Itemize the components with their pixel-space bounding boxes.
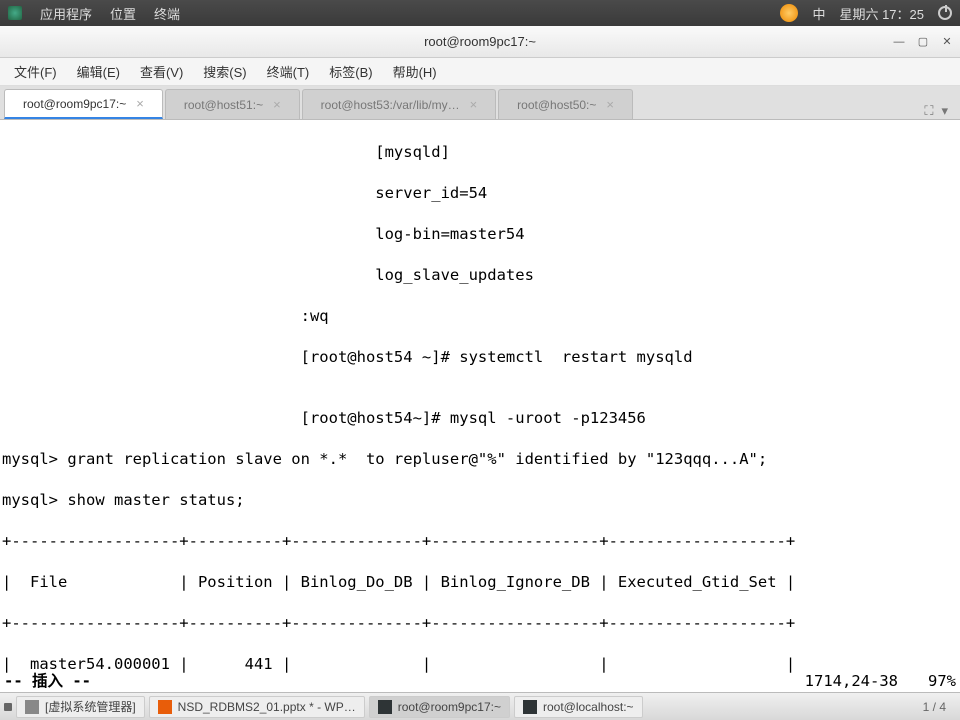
vim-mode: -- 插入 --	[4, 671, 91, 691]
terminal-output[interactable]: [mysqld] server_id=54 log-bin=master54 l…	[0, 120, 960, 692]
menu-edit[interactable]: 编辑(E)	[69, 59, 128, 84]
terminal-line: log-bin=master54	[2, 224, 960, 244]
terminal-icon	[523, 700, 537, 714]
maximize-button[interactable]: ▢	[916, 35, 930, 49]
terminal-line: server_id=54	[2, 183, 960, 203]
menu-view[interactable]: 查看(V)	[132, 59, 191, 84]
tab-label: root@host51:~	[184, 98, 263, 112]
minimize-button[interactable]: —	[892, 35, 906, 49]
terminal-line: mysql> grant replication slave on *.* to…	[2, 449, 960, 469]
menu-tabs[interactable]: 标签(B)	[321, 59, 380, 84]
tab-1[interactable]: root@host51:~ ×	[165, 89, 300, 119]
tab-label: root@host50:~	[517, 98, 596, 112]
tab-overview-icon[interactable]: ⛶	[924, 103, 933, 119]
terminal-line: [root@host54 ~]# systemctl restart mysql…	[2, 347, 960, 367]
terminal-line: | File | Position | Binlog_Do_DB | Binlo…	[2, 572, 960, 592]
menu-applications[interactable]: 应用程序	[40, 4, 92, 23]
task-item-terminal-2[interactable]: root@localhost:~	[514, 696, 643, 718]
tab-close-icon[interactable]: ×	[470, 97, 478, 112]
presentation-icon	[158, 700, 172, 714]
terminal-line: +------------------+----------+---------…	[2, 531, 960, 551]
vm-icon	[25, 700, 39, 714]
tab-2[interactable]: root@host53:/var/lib/my… ×	[302, 89, 497, 119]
menubar: 文件(F) 编辑(E) 查看(V) 搜索(S) 终端(T) 标签(B) 帮助(H…	[0, 58, 960, 86]
gnome-taskbar: [虚拟系统管理器] NSD_RDBMS2_01.pptx * - WP… roo…	[0, 692, 960, 720]
tab-close-icon[interactable]: ×	[136, 96, 144, 111]
task-label: root@room9pc17:~	[398, 700, 501, 714]
tray-icon[interactable]	[4, 703, 12, 711]
terminal-line: mysql> show master status;	[2, 490, 960, 510]
vim-position: 1714,24-38	[805, 671, 898, 691]
task-item-vm[interactable]: [虚拟系统管理器]	[16, 696, 145, 718]
close-button[interactable]: ✕	[940, 35, 954, 49]
tab-close-icon[interactable]: ×	[606, 97, 614, 112]
task-item-terminal-1[interactable]: root@room9pc17:~	[369, 696, 510, 718]
menu-terminal-app[interactable]: 终端	[154, 4, 180, 23]
terminal-window: root@room9pc17:~ — ▢ ✕ 文件(F) 编辑(E) 查看(V)…	[0, 26, 960, 692]
terminal-line: [root@host54~]# mysql -uroot -p123456	[2, 408, 960, 428]
terminal-line: [mysqld]	[2, 142, 960, 162]
gnome-top-panel: 应用程序 位置 终端 中 星期六 17：25	[0, 0, 960, 26]
tabbar: root@room9pc17:~ × root@host51:~ × root@…	[0, 86, 960, 120]
vim-statusline: -- 插入 -- 1714,24-38 97%	[0, 670, 960, 692]
tab-label: root@host53:/var/lib/my…	[321, 98, 460, 112]
terminal-line: log_slave_updates	[2, 265, 960, 285]
tab-close-icon[interactable]: ×	[273, 97, 281, 112]
task-label: [虚拟系统管理器]	[45, 698, 136, 715]
tab-0[interactable]: root@room9pc17:~ ×	[4, 89, 163, 119]
tab-menu-icon[interactable]: ▾	[941, 103, 948, 119]
clock[interactable]: 星期六 17：25	[839, 4, 924, 23]
terminal-icon	[378, 700, 392, 714]
notification-icon[interactable]	[780, 4, 798, 22]
ime-indicator[interactable]: 中	[812, 4, 825, 23]
window-title: root@room9pc17:~	[424, 34, 536, 49]
tab-3[interactable]: root@host50:~ ×	[498, 89, 633, 119]
power-icon[interactable]	[938, 6, 952, 20]
terminal-line: +------------------+----------+---------…	[2, 613, 960, 633]
menu-terminal[interactable]: 终端(T)	[259, 59, 318, 84]
menu-help[interactable]: 帮助(H)	[385, 59, 445, 84]
tab-label: root@room9pc17:~	[23, 97, 126, 111]
vim-percent: 97%	[928, 671, 956, 691]
menu-places[interactable]: 位置	[110, 4, 136, 23]
terminal-line: :wq	[2, 306, 960, 326]
activities-icon[interactable]	[8, 6, 22, 20]
window-titlebar[interactable]: root@room9pc17:~ — ▢ ✕	[0, 26, 960, 58]
task-item-wps[interactable]: NSD_RDBMS2_01.pptx * - WP…	[149, 696, 365, 718]
task-label: NSD_RDBMS2_01.pptx * - WP…	[178, 700, 356, 714]
workspace-pager[interactable]: 1 / 4	[913, 700, 956, 714]
menu-file[interactable]: 文件(F)	[6, 59, 65, 84]
task-label: root@localhost:~	[543, 700, 634, 714]
menu-search[interactable]: 搜索(S)	[195, 59, 254, 84]
